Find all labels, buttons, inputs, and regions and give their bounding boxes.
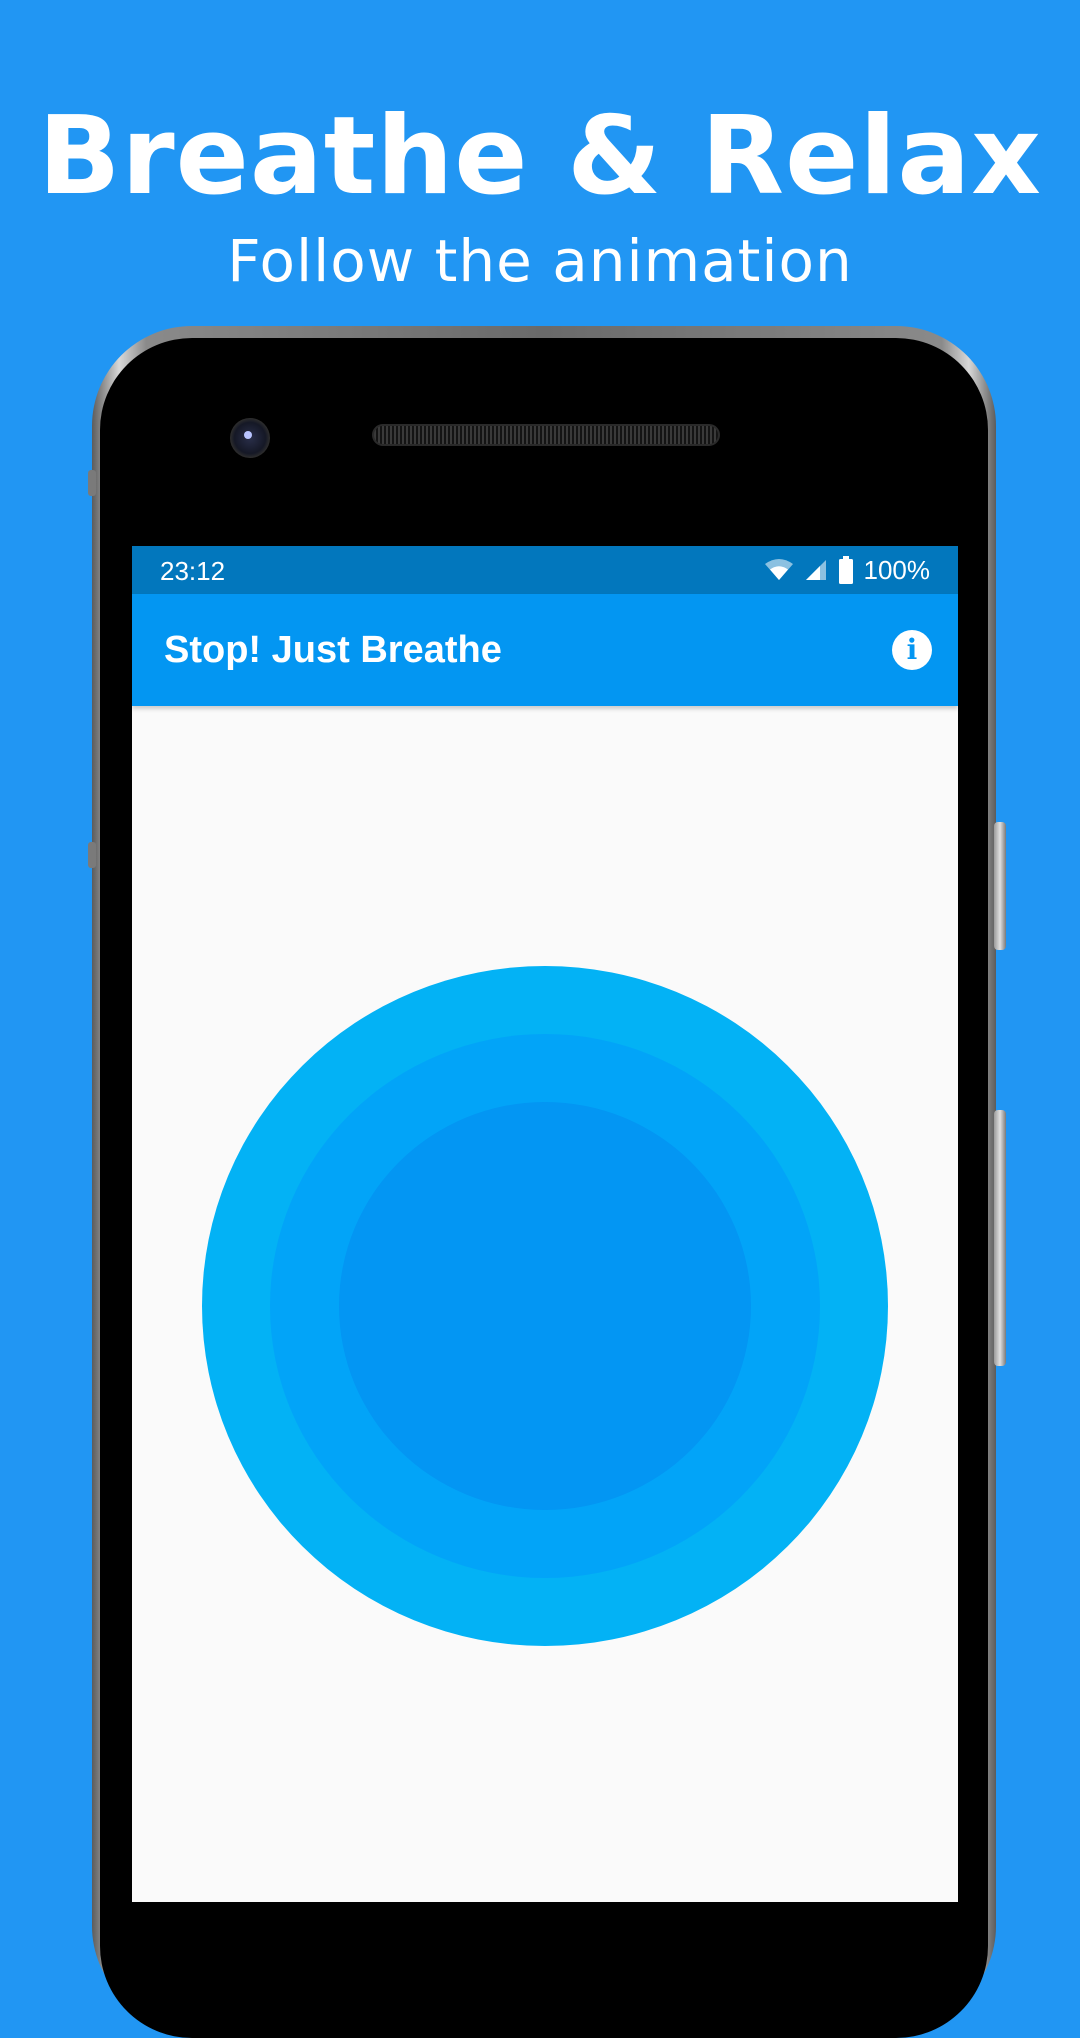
battery-icon [838, 556, 853, 584]
phone-volume-button [994, 1110, 1006, 1366]
app-bar: Stop! Just Breathe [132, 594, 958, 706]
breathing-circle-inner [339, 1102, 751, 1510]
phone-power-button [994, 822, 1006, 950]
info-icon[interactable] [892, 630, 932, 670]
phone-left-button [88, 470, 96, 496]
status-icons: 100% [764, 554, 931, 586]
cell-signal-icon [805, 560, 826, 580]
front-camera-icon [230, 418, 270, 458]
app-title: Stop! Just Breathe [164, 629, 502, 671]
battery-percent: 100% [863, 554, 931, 585]
promo-subline: Follow the animation [227, 227, 853, 295]
wifi-icon [764, 559, 793, 580]
phone-left-button [88, 842, 96, 868]
phone-screen: 23:12 100% Stop! Just Breathe [132, 546, 958, 1902]
status-time: 23:12 [160, 556, 226, 586]
status-bar: 23:12 100% [132, 546, 958, 594]
earpiece-speaker [372, 424, 720, 446]
promo-headline: Breathe & Relax [38, 94, 1042, 219]
